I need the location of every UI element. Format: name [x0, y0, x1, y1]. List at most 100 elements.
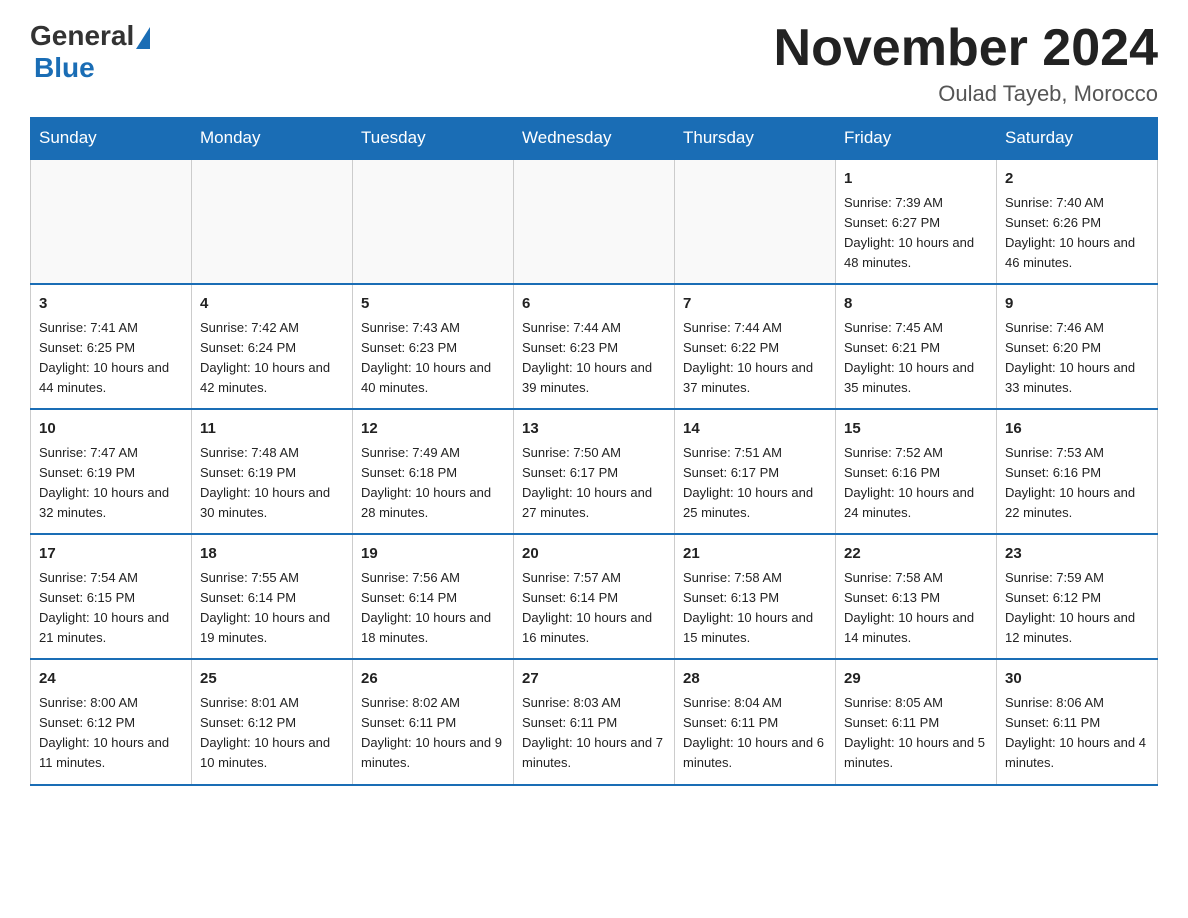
- day-number: 28: [683, 668, 827, 691]
- calendar-cell: 18Sunrise: 7:55 AM Sunset: 6:14 PM Dayli…: [192, 534, 353, 659]
- calendar-week-row: 24Sunrise: 8:00 AM Sunset: 6:12 PM Dayli…: [31, 659, 1158, 784]
- calendar-cell: 27Sunrise: 8:03 AM Sunset: 6:11 PM Dayli…: [514, 659, 675, 784]
- day-number: 18: [200, 543, 344, 566]
- day-number: 23: [1005, 543, 1149, 566]
- day-number: 3: [39, 293, 183, 316]
- day-info: Sunrise: 8:00 AM Sunset: 6:12 PM Dayligh…: [39, 693, 183, 774]
- day-info: Sunrise: 7:46 AM Sunset: 6:20 PM Dayligh…: [1005, 318, 1149, 399]
- day-number: 2: [1005, 168, 1149, 191]
- day-number: 1: [844, 168, 988, 191]
- calendar-header-row: SundayMondayTuesdayWednesdayThursdayFrid…: [31, 118, 1158, 160]
- calendar-cell: 30Sunrise: 8:06 AM Sunset: 6:11 PM Dayli…: [997, 659, 1158, 784]
- calendar-cell: 22Sunrise: 7:58 AM Sunset: 6:13 PM Dayli…: [836, 534, 997, 659]
- title-block: November 2024 Oulad Tayeb, Morocco: [774, 20, 1158, 107]
- calendar-cell: 25Sunrise: 8:01 AM Sunset: 6:12 PM Dayli…: [192, 659, 353, 784]
- calendar-cell: 19Sunrise: 7:56 AM Sunset: 6:14 PM Dayli…: [353, 534, 514, 659]
- day-info: Sunrise: 8:06 AM Sunset: 6:11 PM Dayligh…: [1005, 693, 1149, 774]
- logo-blue-text: Blue: [34, 52, 95, 84]
- day-info: Sunrise: 7:51 AM Sunset: 6:17 PM Dayligh…: [683, 443, 827, 524]
- day-number: 17: [39, 543, 183, 566]
- day-header-monday: Monday: [192, 118, 353, 160]
- day-number: 27: [522, 668, 666, 691]
- day-info: Sunrise: 7:55 AM Sunset: 6:14 PM Dayligh…: [200, 568, 344, 649]
- logo: General Blue: [30, 20, 150, 84]
- day-number: 10: [39, 418, 183, 441]
- day-number: 19: [361, 543, 505, 566]
- calendar-cell: 13Sunrise: 7:50 AM Sunset: 6:17 PM Dayli…: [514, 409, 675, 534]
- day-info: Sunrise: 7:44 AM Sunset: 6:23 PM Dayligh…: [522, 318, 666, 399]
- calendar-week-row: 17Sunrise: 7:54 AM Sunset: 6:15 PM Dayli…: [31, 534, 1158, 659]
- day-number: 11: [200, 418, 344, 441]
- calendar-cell: 3Sunrise: 7:41 AM Sunset: 6:25 PM Daylig…: [31, 284, 192, 409]
- day-number: 9: [1005, 293, 1149, 316]
- day-number: 30: [1005, 668, 1149, 691]
- day-info: Sunrise: 8:04 AM Sunset: 6:11 PM Dayligh…: [683, 693, 827, 774]
- calendar-cell: 14Sunrise: 7:51 AM Sunset: 6:17 PM Dayli…: [675, 409, 836, 534]
- calendar-week-row: 10Sunrise: 7:47 AM Sunset: 6:19 PM Dayli…: [31, 409, 1158, 534]
- day-info: Sunrise: 7:47 AM Sunset: 6:19 PM Dayligh…: [39, 443, 183, 524]
- calendar-cell: 26Sunrise: 8:02 AM Sunset: 6:11 PM Dayli…: [353, 659, 514, 784]
- calendar-cell: 10Sunrise: 7:47 AM Sunset: 6:19 PM Dayli…: [31, 409, 192, 534]
- calendar-cell: 20Sunrise: 7:57 AM Sunset: 6:14 PM Dayli…: [514, 534, 675, 659]
- calendar-cell: 11Sunrise: 7:48 AM Sunset: 6:19 PM Dayli…: [192, 409, 353, 534]
- calendar-week-row: 3Sunrise: 7:41 AM Sunset: 6:25 PM Daylig…: [31, 284, 1158, 409]
- day-info: Sunrise: 8:01 AM Sunset: 6:12 PM Dayligh…: [200, 693, 344, 774]
- day-info: Sunrise: 7:43 AM Sunset: 6:23 PM Dayligh…: [361, 318, 505, 399]
- calendar-cell: 2Sunrise: 7:40 AM Sunset: 6:26 PM Daylig…: [997, 159, 1158, 284]
- calendar-cell: [31, 159, 192, 284]
- calendar-cell: 28Sunrise: 8:04 AM Sunset: 6:11 PM Dayli…: [675, 659, 836, 784]
- day-info: Sunrise: 7:49 AM Sunset: 6:18 PM Dayligh…: [361, 443, 505, 524]
- location-subtitle: Oulad Tayeb, Morocco: [774, 81, 1158, 107]
- calendar-table: SundayMondayTuesdayWednesdayThursdayFrid…: [30, 117, 1158, 785]
- day-number: 24: [39, 668, 183, 691]
- calendar-cell: 8Sunrise: 7:45 AM Sunset: 6:21 PM Daylig…: [836, 284, 997, 409]
- day-number: 16: [1005, 418, 1149, 441]
- calendar-cell: 24Sunrise: 8:00 AM Sunset: 6:12 PM Dayli…: [31, 659, 192, 784]
- day-info: Sunrise: 7:39 AM Sunset: 6:27 PM Dayligh…: [844, 193, 988, 274]
- day-number: 7: [683, 293, 827, 316]
- logo-triangle-icon: [136, 27, 150, 49]
- day-info: Sunrise: 7:50 AM Sunset: 6:17 PM Dayligh…: [522, 443, 666, 524]
- day-header-thursday: Thursday: [675, 118, 836, 160]
- day-info: Sunrise: 7:58 AM Sunset: 6:13 PM Dayligh…: [683, 568, 827, 649]
- day-number: 4: [200, 293, 344, 316]
- day-info: Sunrise: 7:57 AM Sunset: 6:14 PM Dayligh…: [522, 568, 666, 649]
- calendar-cell: [353, 159, 514, 284]
- calendar-cell: 9Sunrise: 7:46 AM Sunset: 6:20 PM Daylig…: [997, 284, 1158, 409]
- day-info: Sunrise: 7:40 AM Sunset: 6:26 PM Dayligh…: [1005, 193, 1149, 274]
- day-number: 26: [361, 668, 505, 691]
- day-number: 15: [844, 418, 988, 441]
- day-number: 12: [361, 418, 505, 441]
- day-info: Sunrise: 7:48 AM Sunset: 6:19 PM Dayligh…: [200, 443, 344, 524]
- month-year-title: November 2024: [774, 20, 1158, 77]
- day-info: Sunrise: 7:41 AM Sunset: 6:25 PM Dayligh…: [39, 318, 183, 399]
- calendar-cell: 1Sunrise: 7:39 AM Sunset: 6:27 PM Daylig…: [836, 159, 997, 284]
- calendar-cell: 16Sunrise: 7:53 AM Sunset: 6:16 PM Dayli…: [997, 409, 1158, 534]
- day-number: 22: [844, 543, 988, 566]
- day-info: Sunrise: 8:02 AM Sunset: 6:11 PM Dayligh…: [361, 693, 505, 774]
- day-info: Sunrise: 8:03 AM Sunset: 6:11 PM Dayligh…: [522, 693, 666, 774]
- day-info: Sunrise: 7:52 AM Sunset: 6:16 PM Dayligh…: [844, 443, 988, 524]
- calendar-cell: 15Sunrise: 7:52 AM Sunset: 6:16 PM Dayli…: [836, 409, 997, 534]
- calendar-cell: [675, 159, 836, 284]
- day-number: 8: [844, 293, 988, 316]
- day-header-sunday: Sunday: [31, 118, 192, 160]
- day-header-saturday: Saturday: [997, 118, 1158, 160]
- day-info: Sunrise: 7:58 AM Sunset: 6:13 PM Dayligh…: [844, 568, 988, 649]
- day-header-friday: Friday: [836, 118, 997, 160]
- day-number: 13: [522, 418, 666, 441]
- calendar-cell: 4Sunrise: 7:42 AM Sunset: 6:24 PM Daylig…: [192, 284, 353, 409]
- calendar-cell: 17Sunrise: 7:54 AM Sunset: 6:15 PM Dayli…: [31, 534, 192, 659]
- day-number: 5: [361, 293, 505, 316]
- day-info: Sunrise: 7:42 AM Sunset: 6:24 PM Dayligh…: [200, 318, 344, 399]
- day-info: Sunrise: 7:59 AM Sunset: 6:12 PM Dayligh…: [1005, 568, 1149, 649]
- calendar-cell: [514, 159, 675, 284]
- day-number: 20: [522, 543, 666, 566]
- day-info: Sunrise: 8:05 AM Sunset: 6:11 PM Dayligh…: [844, 693, 988, 774]
- calendar-cell: 7Sunrise: 7:44 AM Sunset: 6:22 PM Daylig…: [675, 284, 836, 409]
- calendar-cell: 23Sunrise: 7:59 AM Sunset: 6:12 PM Dayli…: [997, 534, 1158, 659]
- calendar-week-row: 1Sunrise: 7:39 AM Sunset: 6:27 PM Daylig…: [31, 159, 1158, 284]
- calendar-cell: 29Sunrise: 8:05 AM Sunset: 6:11 PM Dayli…: [836, 659, 997, 784]
- day-header-wednesday: Wednesday: [514, 118, 675, 160]
- day-number: 29: [844, 668, 988, 691]
